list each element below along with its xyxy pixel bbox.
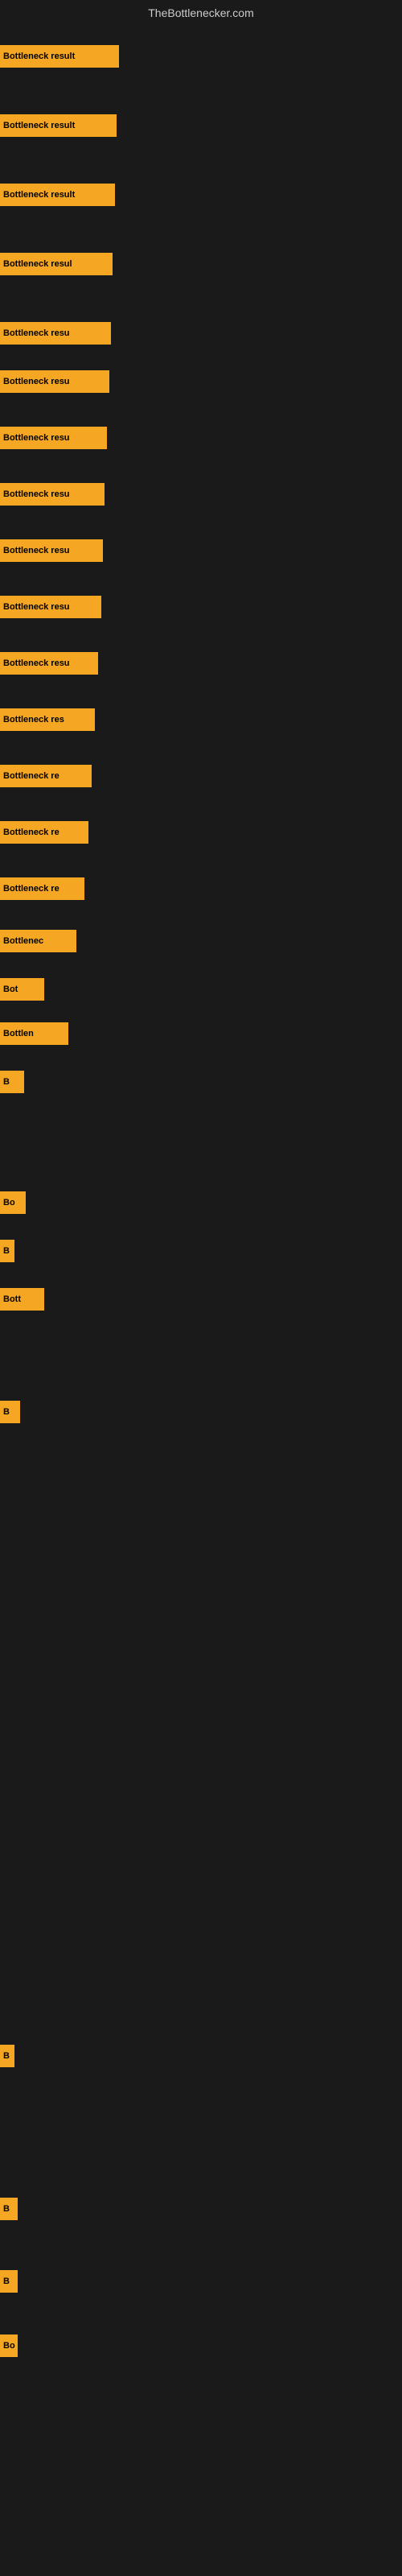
bottleneck-bar-5: Bottleneck resu	[0, 322, 111, 345]
bottleneck-bar-21: B	[0, 1240, 14, 1262]
bottleneck-bar-3: Bottleneck result	[0, 184, 115, 206]
bottleneck-bar-13: Bottleneck re	[0, 765, 92, 787]
bottleneck-bar-22: Bott	[0, 1288, 44, 1311]
bottleneck-bar-16: Bottlenec	[0, 930, 76, 952]
bottleneck-bar-20: Bo	[0, 1191, 26, 1214]
bottleneck-bar-12: Bottleneck res	[0, 708, 95, 731]
bottleneck-bar-14: Bottleneck re	[0, 821, 88, 844]
bottleneck-bar-11: Bottleneck resu	[0, 652, 98, 675]
bottleneck-bar-18: Bottlen	[0, 1022, 68, 1045]
bottleneck-bar-19: B	[0, 1071, 24, 1093]
bottleneck-bar-23: B	[0, 1401, 20, 1423]
bottleneck-bar-7: Bottleneck resu	[0, 427, 107, 449]
bottleneck-bar-4: Bottleneck resul	[0, 253, 113, 275]
bottleneck-bar-10: Bottleneck resu	[0, 596, 101, 618]
bottleneck-bar-24: B	[0, 2045, 14, 2067]
bottleneck-bar-9: Bottleneck resu	[0, 539, 103, 562]
bottleneck-bar-25: B	[0, 2198, 18, 2220]
bottleneck-bar-6: Bottleneck resu	[0, 370, 109, 393]
site-title: TheBottlenecker.com	[0, 0, 402, 23]
bottleneck-bar-17: Bot	[0, 978, 44, 1001]
bottleneck-bar-26: B	[0, 2270, 18, 2293]
bottleneck-bar-1: Bottleneck result	[0, 45, 119, 68]
bottleneck-bar-8: Bottleneck resu	[0, 483, 105, 506]
bottleneck-bar-2: Bottleneck result	[0, 114, 117, 137]
bottleneck-bar-27: Bo	[0, 2334, 18, 2357]
bottleneck-bar-15: Bottleneck re	[0, 877, 84, 900]
